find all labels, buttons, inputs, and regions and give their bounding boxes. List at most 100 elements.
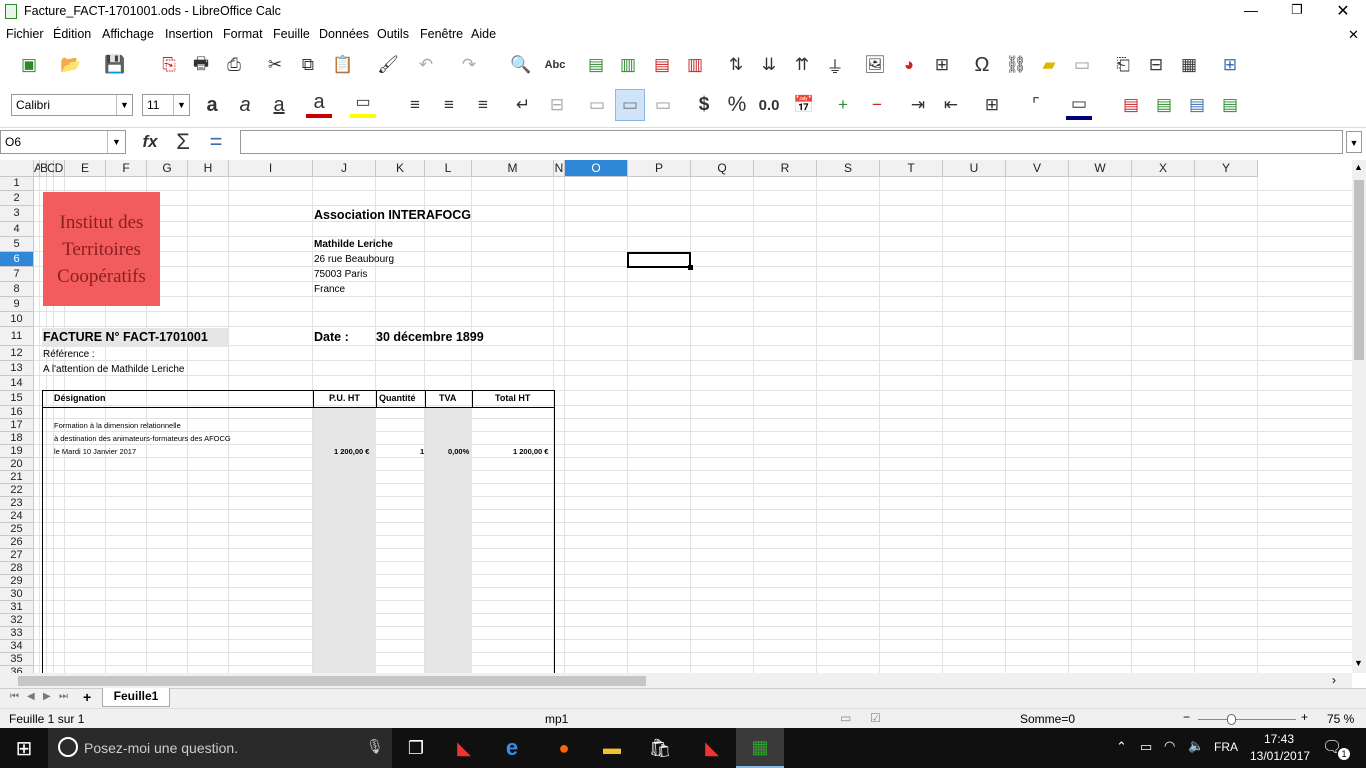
close-document-icon[interactable]: ✕: [1348, 27, 1359, 43]
edge-icon[interactable]: e: [488, 728, 536, 768]
row-header-28[interactable]: 28: [0, 562, 34, 575]
font-size-dropdown-icon[interactable]: ▼: [173, 95, 189, 115]
row-header-9[interactable]: 9: [0, 297, 34, 312]
function-wizard-icon[interactable]: fx: [137, 129, 163, 155]
open-icon[interactable]: 📂: [58, 52, 84, 78]
decrease-indent-icon[interactable]: ⇤: [938, 92, 964, 118]
scroll-right-icon[interactable]: ›: [1332, 673, 1336, 687]
align-bottom-icon[interactable]: ▭: [650, 92, 676, 118]
row-header-4[interactable]: 4: [0, 222, 34, 237]
row-header-25[interactable]: 25: [0, 523, 34, 536]
column-header-o[interactable]: O: [565, 160, 628, 177]
menu-insertion[interactable]: Insertion: [165, 27, 213, 41]
add-sheet-icon[interactable]: +: [83, 689, 91, 705]
row-header-21[interactable]: 21: [0, 471, 34, 484]
row-header-30[interactable]: 30: [0, 588, 34, 601]
autofilter-icon[interactable]: ⏚: [822, 52, 848, 78]
delete-column-icon[interactable]: ▥: [682, 52, 708, 78]
font-size-box[interactable]: 11 ▼: [142, 94, 190, 116]
select-all-corner[interactable]: [0, 160, 34, 177]
row-header-18[interactable]: 18: [0, 432, 34, 445]
column-header-f[interactable]: F: [106, 160, 147, 177]
insert-column-icon[interactable]: ▥: [615, 52, 641, 78]
column-header-b[interactable]: B: [40, 160, 48, 177]
row-header-12[interactable]: 12: [0, 346, 34, 361]
insert-row-icon[interactable]: ▤: [583, 52, 609, 78]
border-color-icon[interactable]: ▭: [1066, 92, 1092, 120]
minimize-icon[interactable]: —: [1236, 2, 1266, 22]
menu-donnees[interactable]: Données: [319, 27, 369, 41]
windows-start-icon[interactable]: ⊞: [0, 728, 48, 768]
firefox-icon[interactable]: ●: [540, 728, 588, 768]
menu-edition[interactable]: Édition: [53, 27, 91, 41]
column-header-m[interactable]: M: [472, 160, 554, 177]
row-header-35[interactable]: 35: [0, 653, 34, 666]
delete-row-icon[interactable]: ▤: [649, 52, 675, 78]
print-preview-icon[interactable]: ⎙: [221, 52, 247, 78]
row-header-5[interactable]: 5: [0, 237, 34, 252]
underline-icon[interactable]: a: [266, 92, 292, 118]
menu-feuille[interactable]: Feuille: [273, 27, 310, 41]
paste-icon[interactable]: 📋: [330, 52, 356, 78]
export-pdf-icon[interactable]: ⎘: [156, 52, 182, 78]
name-box[interactable]: O6 ▼: [0, 130, 126, 154]
clone-formatting-icon[interactable]: 🖌: [375, 52, 401, 78]
column-header-g[interactable]: G: [147, 160, 188, 177]
zoom-slider-knob[interactable]: [1227, 714, 1236, 725]
spreadsheet-grid[interactable]: ABCDEFGHIJKLMNOPQRSTUVWXY 1 2 3 4 5 6 7 8 9 10 11 1…: [0, 160, 1352, 673]
highlight-color-icon[interactable]: ▭: [350, 90, 376, 118]
zoom-slider[interactable]: [1198, 719, 1296, 720]
row-header-20[interactable]: 20: [0, 458, 34, 471]
row-header-26[interactable]: 26: [0, 536, 34, 549]
last-sheet-icon[interactable]: ⏭: [59, 691, 68, 702]
insert-chart-icon[interactable]: ◕: [896, 52, 922, 78]
print-icon[interactable]: 🖶: [188, 52, 214, 78]
freeze-rows-icon[interactable]: ⊟: [1143, 52, 1169, 78]
column-header-p[interactable]: P: [628, 160, 691, 177]
hyperlink-icon[interactable]: ⛓: [1003, 52, 1029, 78]
row-header-31[interactable]: 31: [0, 601, 34, 614]
next-sheet-icon[interactable]: ▶: [43, 691, 51, 702]
row-header-16[interactable]: 16: [0, 406, 34, 419]
sort-descending-icon[interactable]: ⇈: [789, 52, 815, 78]
wifi-icon[interactable]: ◠: [1164, 738, 1175, 754]
calc-taskbar-icon[interactable]: ▦: [736, 728, 784, 768]
find-replace-icon[interactable]: 🔍: [508, 52, 534, 78]
bold-icon[interactable]: a: [199, 92, 225, 118]
row-header-2[interactable]: 2: [0, 191, 34, 206]
row-header-8[interactable]: 8: [0, 282, 34, 297]
column-header-n[interactable]: N: [554, 160, 565, 177]
sum-display[interactable]: Somme=0: [1020, 712, 1075, 726]
row-header-29[interactable]: 29: [0, 575, 34, 588]
row-header-14[interactable]: 14: [0, 376, 34, 391]
column-header-r[interactable]: R: [754, 160, 817, 177]
menu-fenetre[interactable]: Fenêtre: [420, 27, 463, 41]
redo-icon[interactable]: ↷: [456, 52, 482, 78]
menu-affichage[interactable]: Affichage: [102, 27, 154, 41]
undo-icon[interactable]: ↶: [413, 52, 439, 78]
color-scale-icon[interactable]: ▤: [1151, 92, 1177, 118]
restore-icon[interactable]: ❐: [1282, 2, 1312, 22]
name-box-dropdown-icon[interactable]: ▼: [107, 131, 125, 153]
vertical-scroll-thumb[interactable]: [1354, 180, 1364, 360]
horizontal-scroll-thumb[interactable]: [18, 676, 646, 686]
sort-ascending-icon[interactable]: ⇊: [756, 52, 782, 78]
column-header-e[interactable]: E: [65, 160, 106, 177]
menu-outils[interactable]: Outils: [377, 27, 409, 41]
row-header-34[interactable]: 34: [0, 640, 34, 653]
column-header-i[interactable]: I: [229, 160, 313, 177]
task-view-icon[interactable]: ❐: [392, 728, 440, 768]
selected-cell[interactable]: [627, 252, 691, 268]
row-header-33[interactable]: 33: [0, 627, 34, 640]
row-header-27[interactable]: 27: [0, 549, 34, 562]
row-header-1[interactable]: 1: [0, 177, 34, 191]
row-header-32[interactable]: 32: [0, 614, 34, 627]
conditional-format-icon[interactable]: ▤: [1118, 92, 1144, 118]
cortana-search-box[interactable]: Posez-moi une question. 🎙: [48, 728, 392, 768]
microphone-icon[interactable]: 🎙: [366, 738, 384, 755]
add-decimal-icon[interactable]: +: [830, 92, 856, 118]
zoom-out-icon[interactable]: −: [1183, 710, 1190, 724]
expand-formula-icon[interactable]: ▼: [1346, 131, 1362, 153]
decimal-button[interactable]: 0.0: [756, 92, 782, 118]
menu-fichier[interactable]: Fichier: [6, 27, 44, 41]
